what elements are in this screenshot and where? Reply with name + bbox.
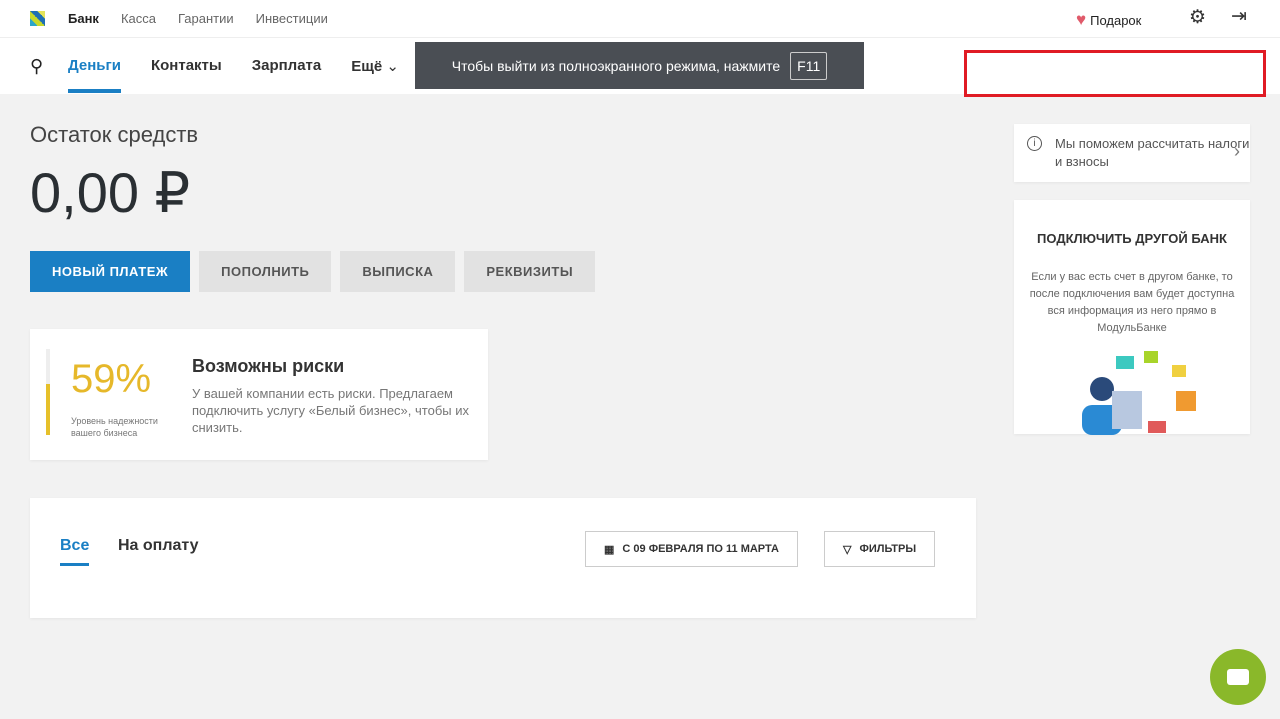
gift-label: Подарок: [1090, 12, 1142, 28]
top-link-investments[interactable]: Инвестиции: [256, 11, 328, 26]
chat-icon: [1227, 669, 1249, 685]
heart-icon: ♥: [1076, 10, 1087, 29]
reliability-percent: 59%: [71, 357, 152, 401]
new-payment-button[interactable]: НОВЫЙ ПЛАТЕЖ: [30, 251, 191, 292]
top-link-kassa[interactable]: Касса: [121, 11, 156, 26]
connect-bank-text: Если у вас есть счет в другом банке, то …: [1029, 271, 1235, 334]
filter-icon: ▽: [843, 543, 852, 556]
tab-to-pay[interactable]: На оплату: [118, 537, 199, 555]
nav-more[interactable]: Ещё ⌄: [351, 57, 399, 75]
statement-button[interactable]: ВЫПИСКА: [340, 251, 456, 292]
operations-card: Все На оплату ▦ С 09 ФЕВРАЛЯ ПО 11 МАРТА …: [30, 498, 976, 618]
top-link-bank[interactable]: Банк: [68, 11, 99, 26]
risk-title: Возможны риски: [192, 356, 345, 376]
chevron-right-icon: ›: [1234, 141, 1240, 161]
top-link-guarantees[interactable]: Гарантии: [178, 11, 234, 26]
nav-more-label: Ещё: [351, 58, 383, 75]
info-icon: i: [1027, 136, 1042, 151]
fullscreen-toast: Чтобы выйти из полноэкранного режима, на…: [415, 42, 864, 89]
logo[interactable]: [30, 11, 45, 26]
top-up-button[interactable]: ПОПОЛНИТЬ: [199, 251, 332, 292]
nav-money[interactable]: Деньги: [68, 57, 121, 93]
toast-key: F11: [790, 51, 828, 80]
risk-text: У вашей компании есть риски. Предлагаем …: [192, 386, 469, 435]
date-range-button[interactable]: ▦ С 09 ФЕВРАЛЯ ПО 11 МАРТА: [585, 531, 798, 567]
illustration: [1082, 351, 1196, 435]
toast-text: Чтобы выйти из полноэкранного режима, на…: [451, 57, 781, 74]
tax-help-card[interactable]: i Мы поможем рассчитать налоги и взносы …: [1014, 124, 1250, 182]
gift-link[interactable]: ♥ Подарок: [1076, 10, 1141, 30]
chevron-down-icon: ⌄: [386, 58, 399, 75]
tax-help-text: Мы поможем рассчитать налоги и взносы: [1055, 136, 1250, 169]
connect-bank-card[interactable]: ПОДКЛЮЧИТЬ ДРУГОЙ БАНК Если у вас есть с…: [1014, 200, 1250, 435]
logout-icon[interactable]: ⇥: [1231, 5, 1247, 28]
reliability-label: Уровень надежности вашего бизнеса: [71, 416, 158, 438]
nav-salary[interactable]: Зарплата: [252, 57, 322, 75]
top-bar: Банк Касса Гарантии Инвестиции ♥ Подарок …: [0, 0, 1280, 38]
balance-amount: 0,00 ₽: [30, 161, 191, 224]
highlight-box: [964, 50, 1266, 97]
gear-icon[interactable]: ⚙: [1189, 6, 1206, 29]
risk-card[interactable]: 59% Уровень надежности вашего бизнеса Во…: [30, 329, 488, 460]
date-range-label: С 09 ФЕВРАЛЯ ПО 11 МАРТА: [622, 543, 779, 555]
filters-button[interactable]: ▽ ФИЛЬТРЫ: [824, 531, 936, 567]
requisites-button[interactable]: РЕКВИЗИТЫ: [464, 251, 596, 292]
filters-label: ФИЛЬТРЫ: [859, 543, 917, 555]
calendar-icon: ▦: [604, 543, 615, 556]
reliability-bar: [46, 349, 50, 435]
balance-title: Остаток средств: [30, 122, 199, 147]
chat-button[interactable]: [1210, 649, 1266, 705]
nav-contacts[interactable]: Контакты: [151, 57, 222, 75]
connect-bank-title: ПОДКЛЮЧИТЬ ДРУГОЙ БАНК: [1037, 231, 1227, 246]
tab-all[interactable]: Все: [60, 537, 90, 566]
search-icon[interactable]: ⚲: [30, 56, 43, 77]
